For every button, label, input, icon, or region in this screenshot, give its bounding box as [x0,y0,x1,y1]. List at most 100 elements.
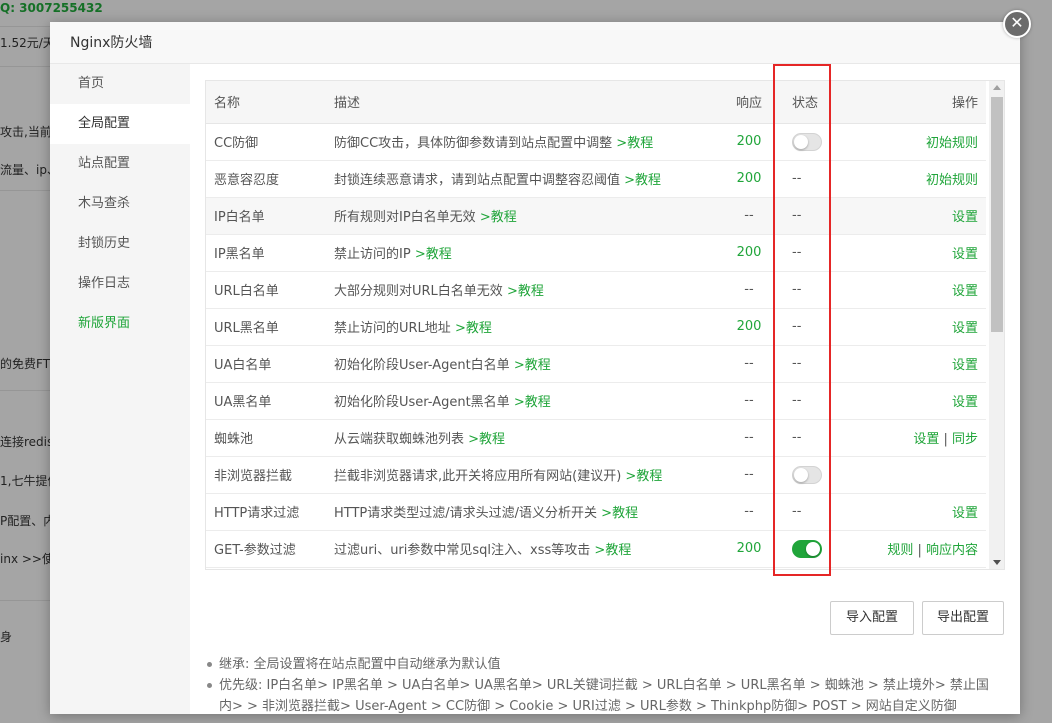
rule-description-cell: 所有规则对IP白名单无效 >教程 [326,197,718,235]
actions-cell: 规则 | 响应内容 [850,530,986,568]
state-cell: -- [780,271,850,309]
action-link[interactable]: 设置 [952,321,978,336]
action-link[interactable]: 初始规则 [926,136,978,151]
action-link[interactable]: 响应内容 [926,543,978,558]
scroll-down-arrow-icon[interactable] [993,560,1001,565]
tutorial-link[interactable]: >教程 [507,284,544,299]
actions-cell: 设置 | 同步 [850,419,986,457]
tutorial-link[interactable]: >教程 [514,358,551,373]
state-cell: -- [780,382,850,420]
action-link[interactable]: 规则 [887,543,913,558]
tutorial-link[interactable]: >教程 [455,321,492,336]
rule-description-cell: 拦截非浏览器请求,此开关将应用所有网站(建议开) >教程 [326,456,718,494]
rules-table-container: 名称 描述 响应 状态 操作 CC防御 防御CC攻击，具体防御参数请到站点配置中调… [205,80,1005,570]
rule-description-cell: 初始化阶段User-Agent白名单 >教程 [326,345,718,383]
tutorial-link[interactable]: >教程 [601,506,638,521]
actions-cell: 设置 [850,493,986,531]
action-link[interactable]: 设置 [952,395,978,410]
response-code: -- [718,345,780,383]
sidebar-item-global-config[interactable]: 全局配置 [50,104,190,144]
tutorial-link[interactable]: >教程 [480,210,517,225]
table-scrollbar[interactable] [989,81,1004,569]
sidebar-item-home[interactable]: 首页 [50,64,190,104]
tutorial-link[interactable]: >教程 [468,432,505,447]
sidebar-item-block-history[interactable]: 封锁历史 [50,224,190,264]
state-cell: -- [780,308,850,346]
rule-name: UA白名单 [206,345,326,383]
response-code: 200 [718,160,780,198]
table-row: UA黑名单 初始化阶段User-Agent黑名单 >教程 -- -- 设置 [206,382,986,420]
tutorial-link[interactable]: >教程 [594,543,631,558]
tutorial-link[interactable]: >教程 [415,247,452,262]
state-cell: -- [780,160,850,198]
rule-name: 恶意容忍度 [206,160,326,198]
tutorial-link[interactable]: >教程 [625,469,662,484]
table-row: 蜘蛛池 从云端获取蜘蛛池列表 >教程 -- -- 设置 | 同步 [206,419,986,457]
dialog-title: Nginx防火墙 [50,22,1020,64]
import-config-button[interactable]: 导入配置 [830,601,914,635]
rule-description-cell: 防御CC攻击，具体防御参数请到站点配置中调整 >教程 [326,123,718,161]
note-item: 优先级: IP白名单> IP黑名单 > UA白名单> UA黑名单> URL关键词… [205,675,995,717]
column-header-state: 状态 [780,81,850,124]
response-code: -- [718,382,780,420]
column-header-desc: 描述 [326,81,718,124]
state-cell [780,456,850,494]
action-link[interactable]: 设置 [913,432,939,447]
response-code: 200 [718,234,780,272]
state-cell: -- [780,197,850,235]
state-text: -- [792,282,802,297]
actions-cell: 初始规则 [850,123,986,161]
table-row: IP黑名单 禁止访问的IP >教程 200 -- 设置 [206,234,986,272]
rule-description: 封锁连续恶意请求，请到站点配置中调整容忍阈值 [334,173,621,188]
table-row: URL白名单 大部分规则对URL白名单无效 >教程 -- -- 设置 [206,271,986,309]
state-text: -- [792,245,802,260]
sidebar-item-trojan-scan[interactable]: 木马查杀 [50,184,190,224]
rule-name: URL白名单 [206,271,326,309]
rule-description: 大部分规则对URL白名单无效 [334,284,503,299]
action-link[interactable]: 设置 [952,284,978,299]
scroll-up-arrow-icon[interactable] [993,85,1001,90]
state-toggle[interactable] [792,539,822,558]
state-text: -- [792,504,802,519]
response-code: -- [718,493,780,531]
state-cell [780,530,850,568]
action-link[interactable]: 同步 [952,432,978,447]
tutorial-link[interactable]: >教程 [624,173,661,188]
action-link[interactable]: 设置 [952,210,978,225]
rule-description-cell: HTTP请求类型过滤/请求头过滤/语义分析开关 >教程 [326,493,718,531]
scroll-thumb[interactable] [991,97,1003,332]
state-text: -- [792,319,802,334]
tutorial-link[interactable]: >教程 [514,395,551,410]
action-link[interactable]: 设置 [952,506,978,521]
rule-description: 禁止访问的URL地址 [334,321,451,336]
sidebar-item-new-ui[interactable]: 新版界面 [50,304,190,344]
rule-name: CC防御 [206,123,326,161]
actions-cell: 设置 [850,197,986,235]
export-config-button[interactable]: 导出配置 [922,601,1004,635]
sidebar-item-site-config[interactable]: 站点配置 [50,144,190,184]
state-toggle[interactable] [792,132,822,151]
rule-name: URL黑名单 [206,308,326,346]
rule-description-cell: 初始化阶段User-Agent黑名单 >教程 [326,382,718,420]
sidebar-item-operation-log[interactable]: 操作日志 [50,264,190,304]
rule-description: 拦截非浏览器请求,此开关将应用所有网站(建议开) [334,469,622,484]
state-text: -- [792,430,802,445]
tutorial-link[interactable]: >教程 [616,136,653,151]
notes-list: 继承: 全局设置将在站点配置中自动继承为默认值 优先级: IP白名单> IP黑名… [205,654,995,717]
rule-description: 过滤uri、uri参数中常见sql注入、xss等攻击 [334,543,591,558]
action-link[interactable]: 设置 [952,358,978,373]
sidebar: 首页 全局配置 站点配置 木马查杀 封锁历史 操作日志 新版界面 [50,64,190,714]
response-code: -- [718,271,780,309]
action-link[interactable]: 设置 [952,247,978,262]
rule-name: HTTP请求过滤 [206,493,326,531]
state-toggle[interactable] [792,465,822,484]
table-row: URL黑名单 禁止访问的URL地址 >教程 200 -- 设置 [206,308,986,346]
close-icon[interactable]: ✕ [1003,10,1031,38]
state-text: -- [792,356,802,371]
actions-cell: 初始规则 [850,160,986,198]
actions-cell [850,456,986,494]
state-cell: -- [780,493,850,531]
response-code: -- [718,419,780,457]
rule-name: 非浏览器拦截 [206,456,326,494]
action-link[interactable]: 初始规则 [926,173,978,188]
